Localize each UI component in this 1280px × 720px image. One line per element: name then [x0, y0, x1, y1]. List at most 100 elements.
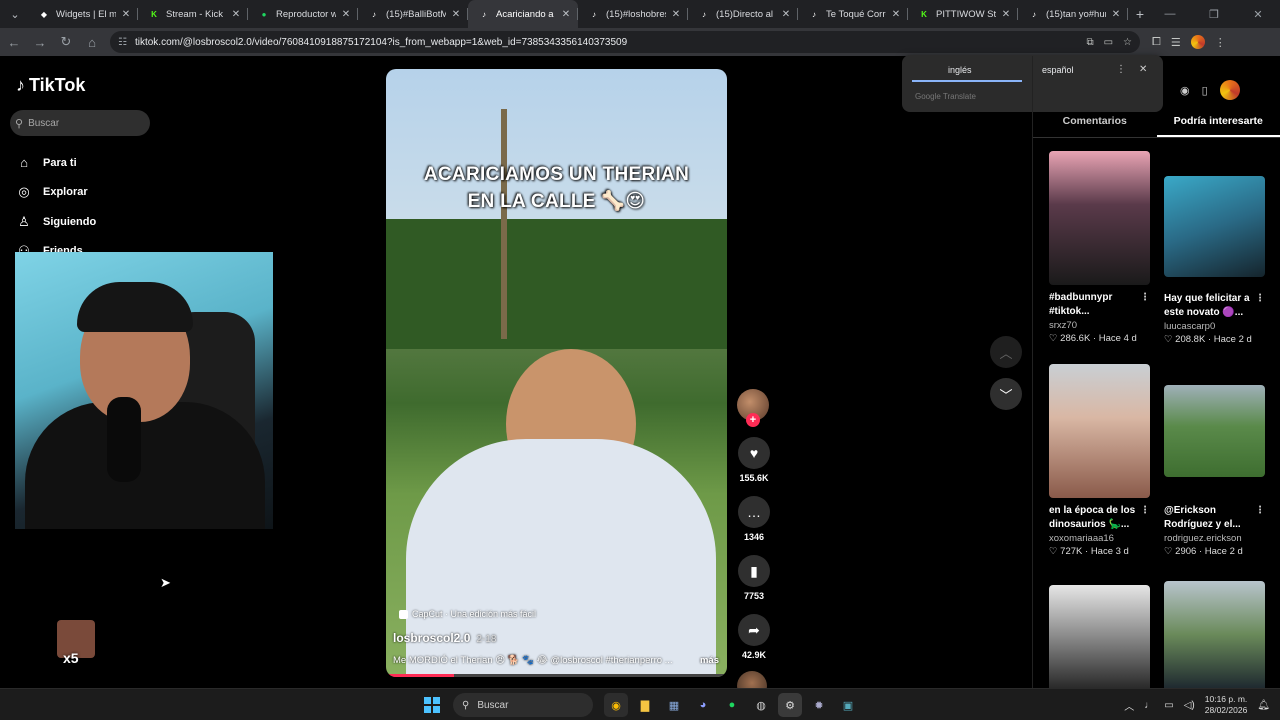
card-menu-icon[interactable]: ⋮ — [1255, 292, 1265, 306]
extensions-icon[interactable]: ⧠ — [1152, 36, 1161, 49]
tiktok-profile-avatar[interactable] — [1219, 80, 1240, 100]
browser-tab[interactable]: ● Reproductor web ✕ — [248, 0, 358, 28]
settings-gear-icon[interactable]: ✹ — [807, 693, 831, 717]
cast-icon[interactable]: ▭ — [1104, 37, 1113, 48]
share-arrow-icon[interactable]: ➦ — [738, 614, 770, 646]
device-icon[interactable]: ▯ — [1202, 84, 1208, 97]
card-menu-icon[interactable]: ⋮ — [1140, 504, 1150, 518]
translate-icon[interactable]: ⧉ — [1086, 37, 1093, 48]
video-thumbnail[interactable] — [1049, 151, 1150, 285]
network-icon[interactable]: ▭ — [1164, 700, 1173, 711]
related-video-card[interactable]: Hay que felicitar a este novato 🟣... ⋮ lu… — [1164, 176, 1265, 345]
store-icon[interactable]: ▦ — [662, 693, 686, 717]
translate-source-tab[interactable]: inglés — [948, 65, 972, 75]
address-bar[interactable]: ☷ tiktok.com/@losbroscol2.0/video/760841… — [110, 31, 1140, 53]
tab-related[interactable]: Podría interesarte — [1156, 112, 1280, 137]
tiktok-logo[interactable]: ♪ TikTok — [16, 75, 85, 96]
more-link[interactable]: más — [700, 655, 719, 666]
discord-icon[interactable]: ◕ — [691, 693, 715, 717]
video-thumbnail[interactable] — [1164, 176, 1265, 277]
tab-favicon-icon: ♪ — [1032, 9, 1036, 19]
nav-item[interactable]: ◎ Explorar — [16, 178, 96, 208]
tab-close-icon[interactable]: ✕ — [890, 9, 902, 20]
browser-tab[interactable]: ♪ (15)#BalliBotMog ✕ — [358, 0, 468, 28]
related-video-card[interactable] — [1164, 581, 1265, 688]
related-video-card[interactable]: @Erickson Rodríguez y el... ⋮ rodriguez.e… — [1164, 385, 1265, 557]
volume-icon[interactable]: ◁) — [1184, 700, 1195, 711]
browser-tab[interactable]: ◆ Widgets | El mejo ✕ — [28, 0, 138, 28]
taskbar-clock[interactable]: 10:16 p. m. 28/02/2026 — [1205, 694, 1248, 716]
spotify-icon[interactable]: ● — [720, 693, 744, 717]
tab-close-icon[interactable]: ✕ — [340, 9, 352, 20]
video-thumbnail[interactable] — [1049, 364, 1150, 498]
photos-icon[interactable]: ▣ — [836, 693, 860, 717]
reading-list-icon[interactable]: ☰ — [1171, 36, 1181, 49]
tiktok-search-input[interactable]: ⚲ Buscar — [10, 110, 150, 136]
maximize-icon[interactable]: ❐ — [1192, 0, 1236, 28]
tab-close-icon[interactable]: ✕ — [120, 9, 132, 20]
browser-tab[interactable]: ♪ (15)tan yo#humo ✕ — [1018, 0, 1128, 28]
browser-tab[interactable]: K PITTIWOW Stream ✕ — [908, 0, 1018, 28]
site-info-icon[interactable]: ☷ — [118, 37, 127, 48]
follow-plus-icon[interactable]: + — [746, 413, 760, 427]
steam-icon[interactable]: ⚙ — [778, 693, 802, 717]
browser-tab[interactable]: ♪ Te Toqué Corre: V ✕ — [798, 0, 908, 28]
activity-icon[interactable]: ◉ — [1180, 84, 1190, 97]
url-text[interactable]: tiktok.com/@losbroscol2.0/video/76084109… — [135, 37, 1086, 48]
file-explorer-icon[interactable]: ▇ — [633, 693, 657, 717]
video-progress-bar[interactable] — [386, 674, 727, 677]
previous-video-chevron-up-icon[interactable]: ︿ — [990, 336, 1022, 368]
notification-bell-icon[interactable]: 🔔︎ — [1257, 700, 1270, 711]
tab-close-icon[interactable]: ✕ — [450, 9, 462, 20]
tab-search-button[interactable]: ⌄ — [4, 3, 26, 25]
next-video-chevron-down-icon[interactable]: ﹀ — [990, 378, 1022, 410]
windows-start-icon[interactable] — [424, 697, 440, 713]
forward-icon[interactable]: → — [28, 30, 52, 54]
translate-footer: Google Translate — [915, 92, 976, 101]
card-menu-icon[interactable]: ⋮ — [1140, 291, 1150, 305]
reload-icon[interactable]: ↻ — [54, 30, 78, 54]
translate-more-icon[interactable]: ⋮ — [1116, 64, 1126, 75]
capcut-badge[interactable]: CapCut · Una edición más fácil — [399, 609, 536, 619]
tab-close-icon[interactable]: ✕ — [780, 9, 792, 20]
tab-comments[interactable]: Comentarios — [1033, 112, 1157, 137]
close-window-icon[interactable]: ✕ — [1236, 0, 1280, 28]
tab-close-icon[interactable]: ✕ — [670, 9, 682, 20]
browser-tab[interactable]: ♪ (15)#loshobrestar ✕ — [578, 0, 688, 28]
microphone-icon[interactable]: ♩ — [1144, 700, 1154, 711]
back-icon[interactable]: ← — [2, 30, 26, 54]
related-video-card[interactable] — [1049, 585, 1150, 688]
like-heart-icon[interactable]: ♥ — [738, 437, 770, 469]
browser-tab[interactable]: ♪ (15)Directo al cor ✕ — [688, 0, 798, 28]
creator-avatar[interactable]: + — [737, 389, 769, 427]
tab-close-icon[interactable]: ✕ — [1110, 9, 1122, 20]
profile-avatar[interactable] — [1190, 35, 1205, 49]
video-thumbnail[interactable] — [1049, 585, 1150, 688]
browser-menu-icon[interactable]: ⋮ — [1215, 36, 1226, 49]
home-icon[interactable]: ⌂ — [80, 30, 104, 54]
browser-tab[interactable]: K Stream - Kick Da ✕ — [138, 0, 248, 28]
comment-icon[interactable]: … — [738, 496, 770, 528]
video-player[interactable]: ACARICIAMOS UN THERIAN EN LA CALLE 🦴😍 Ca… — [386, 69, 727, 677]
nav-item[interactable]: ♙ Siguiendo — [16, 207, 96, 237]
related-video-card[interactable]: en la época de los dinosaurios 🦕... ⋮ xox… — [1049, 364, 1150, 557]
translate-target-tab[interactable]: español — [1042, 65, 1074, 75]
translate-close-icon[interactable]: ✕ — [1139, 64, 1147, 75]
minimize-icon[interactable]: — — [1148, 0, 1192, 28]
nav-item[interactable]: ⌂ Para ti — [16, 148, 96, 178]
tab-close-icon[interactable]: ✕ — [1000, 9, 1012, 20]
card-menu-icon[interactable]: ⋮ — [1255, 504, 1265, 518]
video-thumbnail[interactable] — [1164, 581, 1265, 688]
video-thumbnail[interactable] — [1164, 385, 1265, 477]
tab-close-icon[interactable]: ✕ — [560, 9, 572, 20]
related-video-card[interactable]: #badbunnypr #tiktok... ⋮ srxz70 ♡ 286.6K … — [1049, 151, 1150, 344]
tab-close-icon[interactable]: ✕ — [230, 9, 242, 20]
bookmark-star-icon[interactable]: ☆ — [1123, 37, 1132, 48]
chrome-icon[interactable]: ◉ — [604, 693, 628, 717]
taskbar-search[interactable]: ⚲ Buscar — [453, 693, 593, 717]
browser-tab[interactable]: ♪ Acariciando a ✕ — [468, 0, 578, 28]
bookmark-icon[interactable]: ▮ — [738, 555, 770, 587]
tray-chevron-up-icon[interactable]: ︿ — [1124, 698, 1134, 713]
video-author[interactable]: losbroscol2.0 2-18 — [393, 631, 496, 645]
recorder-icon[interactable]: ◍ — [749, 693, 773, 717]
